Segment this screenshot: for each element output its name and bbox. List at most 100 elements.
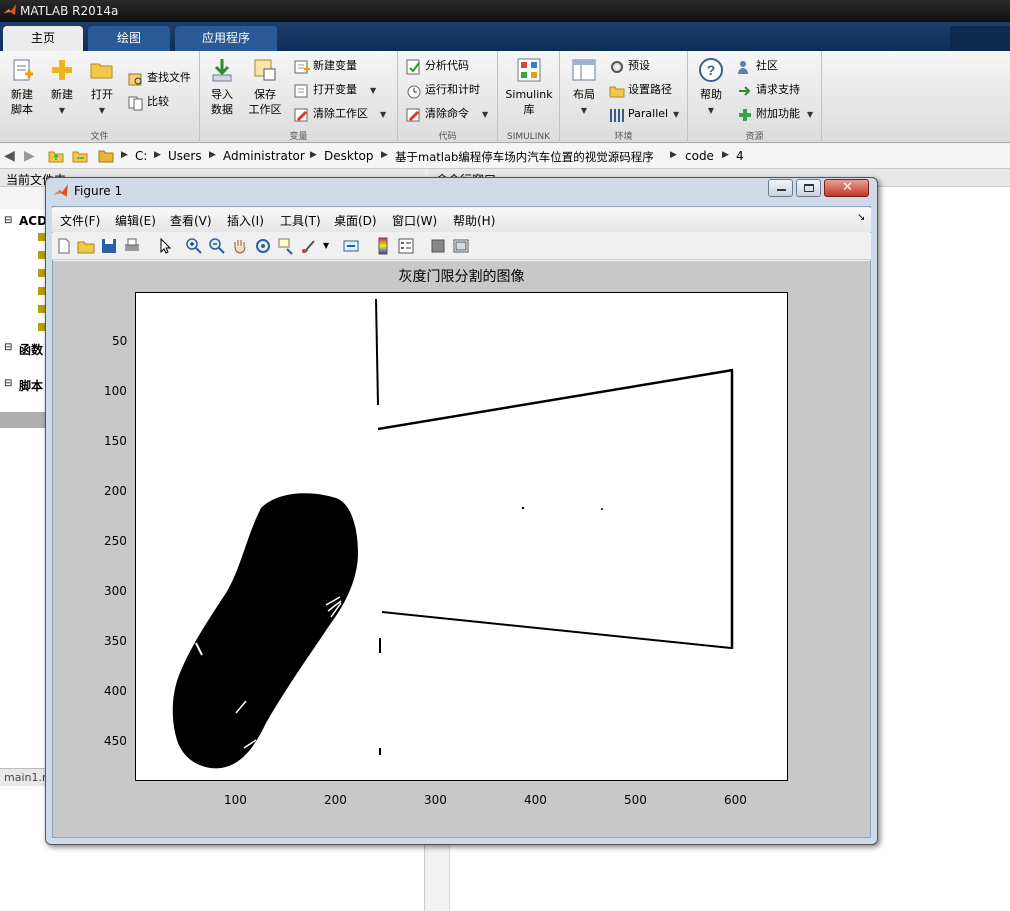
breadcrumb-separator: ▶ bbox=[209, 150, 216, 160]
analyze-code-icon bbox=[406, 59, 420, 75]
help-button[interactable]: ? 帮助 ▼ bbox=[693, 57, 729, 118]
selected-row-highlight[interactable] bbox=[0, 412, 48, 428]
collapse-toggle-icon[interactable]: ⊟ bbox=[4, 378, 12, 389]
tab-home[interactable]: 主页 bbox=[3, 26, 83, 51]
help-label: 帮助 bbox=[700, 88, 722, 101]
run-time-label: 运行和计时 bbox=[425, 83, 480, 96]
x-tick-label: 100 bbox=[224, 793, 247, 807]
simulink-library-button[interactable]: Simulink 库 bbox=[504, 57, 554, 117]
zoom-in-icon[interactable] bbox=[185, 237, 203, 255]
show-plot-tools-icon[interactable] bbox=[452, 237, 470, 255]
community-icon bbox=[738, 61, 748, 74]
tab-apps[interactable]: 应用程序 bbox=[175, 26, 277, 51]
matlab-logo-icon bbox=[4, 4, 16, 15]
figure-title: Figure 1 bbox=[74, 184, 123, 198]
print-icon[interactable] bbox=[123, 237, 141, 255]
back-arrow-icon[interactable]: ◀ bbox=[4, 148, 15, 164]
simulink-icon bbox=[517, 58, 541, 82]
breadcrumb-item[interactable]: code bbox=[685, 149, 714, 163]
breadcrumb-separator: ▶ bbox=[722, 150, 729, 160]
set-path-icon bbox=[609, 86, 625, 98]
group-scripts[interactable]: 脚本 bbox=[19, 377, 43, 394]
legend-icon[interactable] bbox=[397, 237, 415, 255]
support-icon bbox=[739, 86, 751, 96]
menu-tools[interactable]: 工具(T) bbox=[280, 212, 321, 229]
dock-arrow-icon[interactable]: ↘ bbox=[857, 212, 865, 223]
close-icon: ✕ bbox=[842, 180, 853, 195]
tab-plots[interactable]: 绘图 bbox=[88, 26, 170, 51]
open-button[interactable]: 打开 ▼ bbox=[84, 57, 120, 118]
brush-icon[interactable] bbox=[300, 237, 318, 255]
collapse-toggle-icon[interactable]: ⊟ bbox=[4, 215, 12, 226]
x-tick-label: 500 bbox=[624, 793, 647, 807]
save-icon[interactable] bbox=[100, 237, 118, 255]
clear-workspace-label: 清除工作区 bbox=[313, 107, 368, 120]
breadcrumb-item[interactable]: C: bbox=[135, 149, 147, 163]
figure-menu-bar: 文件(F) 编辑(E) 查看(V) 插入(I) 工具(T) 桌面(D) 窗口(W… bbox=[52, 208, 871, 232]
help-icon: ? bbox=[699, 58, 723, 82]
image-axes[interactable] bbox=[135, 292, 788, 781]
parallel-arrow: ▼ bbox=[673, 110, 680, 119]
y-tick-label: 400 bbox=[104, 684, 127, 698]
menu-insert[interactable]: 插入(I) bbox=[227, 212, 264, 229]
ribbon-section-resources: ? 帮助 ▼ 社区 请求支持 附加功能 ▼ 资源 bbox=[688, 51, 822, 143]
edit-plot-arrow-icon[interactable] bbox=[156, 237, 174, 255]
breadcrumb-item[interactable]: 基于matlab编程停车场内汽车位置的视觉源码程序 bbox=[395, 149, 654, 165]
breadcrumb-item[interactable]: Administrator bbox=[223, 149, 305, 163]
import-icon bbox=[212, 59, 232, 82]
group-acd[interactable]: ACD bbox=[19, 214, 47, 228]
maximize-button[interactable] bbox=[796, 179, 821, 197]
breadcrumb-item[interactable]: Desktop bbox=[324, 149, 374, 163]
set-path-label: 设置路径 bbox=[628, 83, 672, 96]
breadcrumb-separator: ▶ bbox=[310, 150, 317, 160]
menu-view[interactable]: 查看(V) bbox=[170, 212, 212, 229]
colorbar-icon[interactable] bbox=[374, 237, 392, 255]
breadcrumb-item[interactable]: 4 bbox=[736, 149, 744, 163]
forward-arrow-icon[interactable]: ▶ bbox=[24, 148, 35, 164]
new-script-icon bbox=[13, 59, 33, 81]
close-button[interactable]: ✕ bbox=[824, 179, 869, 197]
group-functions[interactable]: 函数 bbox=[19, 341, 43, 358]
ribbon-section-file: 新建 脚本 新建 ▼ 打开 ▼ 查找文件 比较 文件 bbox=[0, 51, 200, 143]
run-time-icon bbox=[407, 85, 421, 99]
new-figure-icon[interactable] bbox=[55, 237, 73, 255]
breadcrumb-separator: ▶ bbox=[381, 150, 388, 160]
y-tick-label: 450 bbox=[104, 734, 127, 748]
addons-label: 附加功能 bbox=[756, 107, 800, 120]
breadcrumb-item[interactable]: Users bbox=[168, 149, 202, 163]
new-button[interactable]: 新建 ▼ bbox=[44, 57, 80, 118]
menu-desktop[interactable]: 桌面(D) bbox=[334, 212, 377, 229]
zoom-out-icon[interactable] bbox=[208, 237, 226, 255]
new-script-button[interactable]: 新建 脚本 bbox=[4, 57, 40, 117]
open-file-icon[interactable] bbox=[77, 237, 95, 255]
layout-button[interactable]: 布局 ▼ bbox=[566, 57, 602, 118]
car-silhouette bbox=[172, 493, 358, 769]
help-dropdown-arrow: ▼ bbox=[707, 106, 715, 115]
hide-plot-tools-icon[interactable] bbox=[429, 237, 447, 255]
save-workspace-button[interactable]: 保存 工作区 bbox=[246, 57, 284, 117]
menu-file[interactable]: 文件(F) bbox=[60, 212, 100, 229]
save-workspace-label: 保存 工作区 bbox=[248, 88, 282, 116]
up-folder-icon[interactable] bbox=[48, 148, 64, 164]
section-label-file: 文件 bbox=[90, 132, 109, 142]
link-plot-icon[interactable] bbox=[342, 237, 360, 255]
data-cursor-icon[interactable] bbox=[277, 237, 295, 255]
ribbon-section-simulink: Simulink 库 SIMULINK bbox=[498, 51, 560, 143]
import-data-button[interactable]: 导入 数据 bbox=[204, 57, 240, 117]
quick-access-area bbox=[950, 26, 1010, 51]
brush-dropdown-arrow[interactable]: ▼ bbox=[323, 241, 329, 250]
rotate-3d-icon[interactable] bbox=[254, 237, 272, 255]
menu-help[interactable]: 帮助(H) bbox=[453, 212, 495, 229]
binary-image bbox=[172, 298, 734, 769]
open-variable-icon bbox=[294, 84, 308, 98]
browse-folder-icon[interactable] bbox=[72, 148, 88, 164]
minimize-button[interactable] bbox=[768, 179, 793, 197]
collapse-toggle-icon[interactable]: ⊟ bbox=[4, 342, 12, 353]
maximize-icon bbox=[804, 184, 814, 192]
pan-hand-icon[interactable] bbox=[231, 237, 249, 255]
menu-window[interactable]: 窗口(W) bbox=[392, 212, 437, 229]
layout-label: 布局 bbox=[573, 88, 595, 101]
layout-icon bbox=[572, 59, 596, 81]
menu-edit[interactable]: 编辑(E) bbox=[115, 212, 156, 229]
parking-line-top-vertical bbox=[375, 298, 379, 406]
